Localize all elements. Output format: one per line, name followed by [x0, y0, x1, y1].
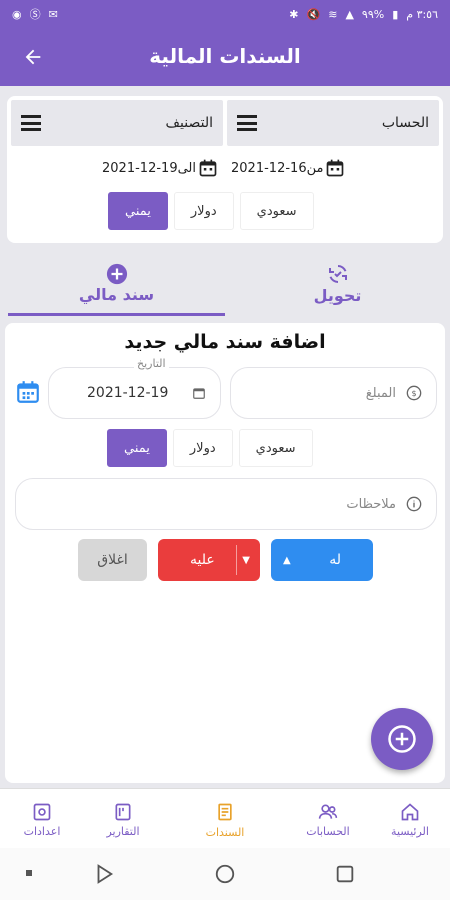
- form-currency-selector: يمني دولار سعودي: [107, 429, 313, 467]
- date-to-text: الى19-12-2021: [102, 160, 197, 176]
- account-dropdown[interactable]: الحساب: [227, 100, 439, 146]
- recent-apps-icon[interactable]: [334, 863, 356, 885]
- signal-icon: ▲: [345, 7, 354, 21]
- new-voucher-form: اضافة سند مالي جديد 2021-12-19 التاريخ ا…: [5, 323, 445, 783]
- notes-placeholder: ملاحظات: [346, 496, 396, 512]
- tab-financial-voucher-label: سند مالي: [78, 284, 155, 304]
- debit-label: عليه: [190, 552, 215, 568]
- caret-down-icon: ▼: [242, 554, 250, 566]
- skype-icon: Ⓢ: [29, 8, 41, 21]
- add-circle-icon: [106, 263, 127, 284]
- calendar-icon[interactable]: [15, 378, 41, 406]
- clock: ٣:٥٦ م: [406, 7, 438, 21]
- home-icon: [401, 803, 419, 821]
- amount-placeholder: المبلغ: [365, 385, 396, 401]
- currency-dollar[interactable]: دولار: [173, 192, 234, 230]
- status-bar: ◉ Ⓢ ✉ ✱ 🔇 ≋ ▲ ٩٩% ▮ ٣:٥٦ م: [0, 0, 450, 28]
- calendar-icon: [327, 159, 344, 177]
- settings-icon: [33, 803, 51, 821]
- nav-reports-label: التقارير: [106, 825, 140, 838]
- currency-dollar[interactable]: دولار: [172, 429, 233, 467]
- menu-icon: [21, 115, 41, 131]
- nav-accounts[interactable]: الحسابات: [288, 795, 368, 845]
- add-fab-button[interactable]: [371, 708, 433, 770]
- credit-label: له: [329, 552, 341, 568]
- nav-vouchers[interactable]: السندات: [185, 795, 265, 845]
- play-icon[interactable]: [93, 863, 115, 885]
- app-bar: السندات المالية: [0, 28, 450, 86]
- active-tab-indicator: [8, 313, 225, 316]
- currency-saudi[interactable]: سعودي: [239, 192, 314, 230]
- money-icon: $: [406, 385, 422, 401]
- close-label: اغلاق: [97, 552, 128, 568]
- nav-home-label: الرئيسية: [391, 825, 429, 838]
- tab-transfer[interactable]: تحويل: [225, 250, 450, 316]
- category-dropdown[interactable]: التصنيف: [11, 100, 223, 146]
- voucher-icon: [218, 803, 232, 821]
- system-navigation-bar: [0, 848, 450, 900]
- nav-settings[interactable]: اعدادات: [2, 795, 82, 845]
- bottom-navigation: الرئيسية الحسابات السندات التقارير اعداد…: [0, 788, 450, 848]
- date-from-text: من16-12-2021: [231, 160, 324, 176]
- wifi-icon: ≋: [328, 7, 338, 21]
- nav-vouchers-label: السندات: [205, 826, 245, 839]
- button-divider: [236, 545, 237, 575]
- bluetooth-icon: ✱: [289, 7, 299, 21]
- whatsapp-icon: ◉: [12, 7, 22, 21]
- notes-input[interactable]: ملاحظات: [15, 478, 437, 530]
- date-field-label: التاريخ: [134, 357, 169, 370]
- date-field-value: 2021-12-19: [87, 385, 169, 401]
- tab-transfer-label: تحويل: [313, 285, 362, 305]
- date-from-picker[interactable]: من16-12-2021: [231, 154, 345, 182]
- credit-button[interactable]: ▲ له: [271, 539, 373, 581]
- currency-saudi[interactable]: سعودي: [238, 429, 313, 467]
- page-title: السندات المالية: [149, 44, 301, 68]
- info-icon: [406, 496, 422, 512]
- caret-up-icon: ▲: [283, 554, 291, 566]
- nav-home[interactable]: الرئيسية: [370, 795, 450, 845]
- battery-percent: ٩٩%: [361, 7, 385, 21]
- filter-currency-selector: يمني دولار سعودي: [108, 192, 314, 230]
- mute-icon: 🔇: [306, 7, 321, 21]
- mail-icon: ✉: [48, 7, 58, 21]
- calendar-icon: [193, 388, 205, 399]
- transfer-icon: [328, 264, 347, 283]
- menu-icon: [237, 115, 257, 131]
- home-circle-icon[interactable]: [214, 863, 236, 885]
- battery-icon: ▮: [392, 7, 399, 21]
- tab-bar: سند مالي تحويل: [0, 250, 450, 316]
- nav-accounts-label: الحسابات: [306, 825, 350, 838]
- tab-financial-voucher[interactable]: سند مالي: [8, 250, 225, 316]
- date-field[interactable]: 2021-12-19: [48, 367, 221, 419]
- users-icon: [318, 804, 338, 819]
- account-label: الحساب: [381, 115, 429, 131]
- currency-yemeni[interactable]: يمني: [107, 429, 167, 467]
- svg-text:$: $: [411, 389, 416, 398]
- nav-settings-label: اعدادات: [23, 825, 61, 838]
- category-label: التصنيف: [165, 115, 213, 131]
- currency-yemeni[interactable]: يمني: [108, 192, 168, 230]
- nav-reports[interactable]: التقارير: [83, 795, 163, 845]
- report-icon: [115, 803, 131, 821]
- add-circle-icon: [388, 725, 416, 753]
- close-button[interactable]: اغلاق: [78, 539, 147, 581]
- debit-button[interactable]: ▼ عليه: [158, 539, 260, 581]
- date-to-picker[interactable]: الى19-12-2021: [102, 154, 218, 182]
- calendar-icon: [199, 159, 217, 177]
- menu-dot-icon[interactable]: [24, 868, 34, 878]
- amount-input[interactable]: المبلغ $: [230, 367, 437, 419]
- form-title: اضافة سند مالي جديد: [124, 331, 326, 353]
- filter-card: التصنيف الحساب الى19-12-2021 من16-12-202…: [7, 96, 443, 243]
